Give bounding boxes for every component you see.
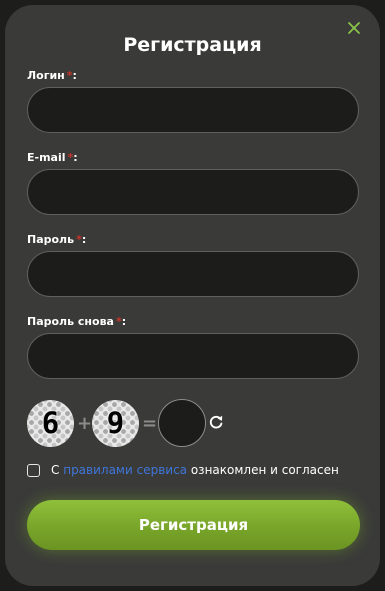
captcha-digit-a: 6	[27, 400, 74, 447]
password-label-colon: :	[81, 233, 87, 246]
agreement-text: С правилами сервиса ознакомлен и согласе…	[51, 463, 339, 477]
captcha-digit-b: 9	[92, 400, 139, 447]
login-input[interactable]	[27, 87, 359, 133]
email-input[interactable]	[27, 169, 359, 215]
password-repeat-input[interactable]	[27, 333, 359, 379]
password-label: Пароль *:	[27, 233, 86, 246]
dialog-title: Регистрация	[123, 34, 262, 56]
registration-dialog: Регистрация Логин *: E-mail *: Пароль *: Па…	[5, 5, 380, 586]
captcha-equals-sign: =	[142, 413, 158, 434]
agreement-prefix: С	[51, 463, 60, 477]
password-repeat-label-colon: :	[121, 315, 127, 328]
email-label: E-mail *:	[27, 151, 78, 164]
email-label-text: E-mail	[27, 151, 66, 164]
captcha-digit-b-text: 9	[106, 406, 125, 440]
login-label-colon: :	[72, 69, 77, 82]
email-label-colon: :	[73, 151, 78, 164]
password-repeat-label-text: Пароль снова	[27, 315, 114, 328]
captcha-answer-input[interactable]	[158, 399, 206, 447]
password-input[interactable]	[27, 251, 359, 297]
agreement-checkbox[interactable]	[27, 463, 40, 477]
captcha-plus-sign: +	[77, 413, 93, 434]
password-label-text: Пароль	[27, 233, 75, 246]
captcha-digit-a-text: 6	[41, 406, 60, 440]
terms-link[interactable]: правилами сервиса	[63, 463, 187, 477]
login-label: Логин *:	[27, 69, 77, 82]
refresh-icon[interactable]	[208, 414, 224, 430]
password-repeat-label: Пароль снова *:	[27, 315, 126, 328]
login-label-text: Логин	[27, 69, 65, 82]
agreement-row: С правилами сервиса ознакомлен и согласе…	[27, 463, 339, 477]
register-button[interactable]: Регистрация	[27, 500, 360, 550]
agreement-suffix: ознакомлен и согласен	[190, 463, 339, 477]
